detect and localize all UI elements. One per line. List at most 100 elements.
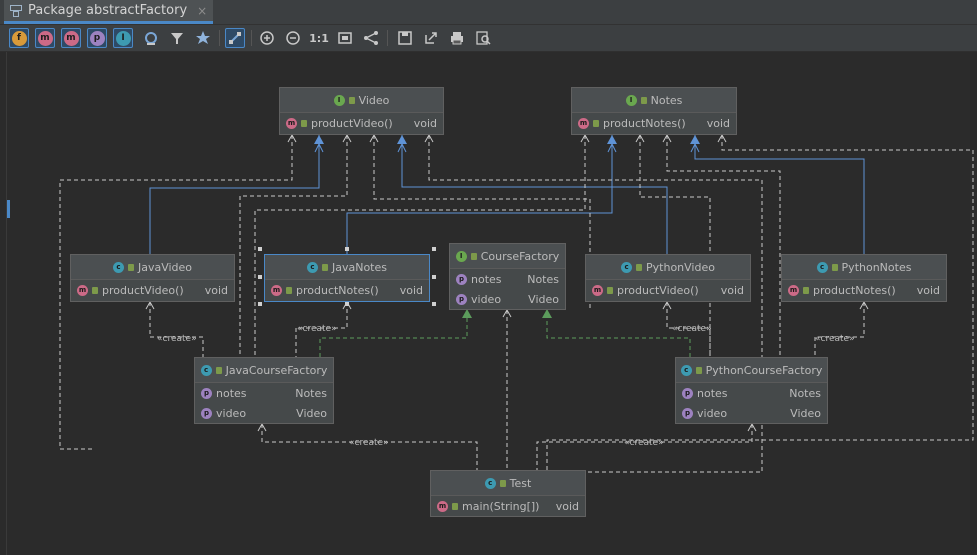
print-preview-button[interactable] (473, 28, 493, 48)
member-type: Video (528, 292, 559, 306)
filter-icon (171, 33, 183, 44)
filter-button[interactable] (167, 28, 187, 48)
zoom-out-button[interactable] (283, 28, 303, 48)
node-title: Notes (650, 93, 683, 107)
visibility-icon (470, 252, 477, 260)
print-icon (451, 32, 463, 45)
uml-node-javacoursefactory[interactable]: c JavaCourseFactory p notes Notes p vide… (194, 357, 334, 424)
member-name: main(String[]) (462, 499, 540, 513)
property-icon: p (201, 407, 212, 419)
class-icon: c (816, 261, 828, 273)
member-name: productNotes() (603, 116, 686, 130)
member-row[interactable]: m productNotes() void (782, 280, 946, 300)
constructor-icon: m (37, 30, 53, 46)
visibility-icon (607, 286, 613, 294)
uml-node-notes[interactable]: I Notes m productNotes() void (571, 87, 737, 135)
close-icon[interactable]: × (197, 4, 207, 18)
member-row[interactable]: m productNotes() void (572, 113, 736, 133)
node-header: c PythonCourseFactory (676, 358, 827, 383)
selection-handle[interactable] (258, 275, 262, 279)
selection-handle[interactable] (345, 302, 349, 306)
interface-icon: I (333, 94, 345, 106)
tab-title: Package abstractFactory (28, 3, 188, 18)
selection-handle[interactable] (432, 275, 436, 279)
show-dependencies-button[interactable] (193, 28, 213, 48)
method-icon: m (788, 284, 799, 296)
member-row[interactable]: p notes Notes (676, 383, 827, 403)
uml-node-javavideo[interactable]: c JavaVideo m productVideo() void (70, 254, 235, 302)
class-icon: c (112, 261, 124, 273)
visibility-filter-button[interactable] (141, 28, 161, 48)
visibility-icon (215, 366, 222, 374)
visibility-icon (452, 502, 458, 510)
save-diagram-button[interactable] (395, 28, 415, 48)
node-header: c Test (431, 471, 585, 496)
show-inner-classes-button[interactable]: I (113, 28, 133, 48)
selection-handle[interactable] (345, 247, 349, 251)
save-icon (398, 31, 412, 45)
member-row[interactable]: p video Video (676, 403, 827, 423)
uml-node-test[interactable]: c Test m main(String[]) void (430, 470, 586, 517)
member-row[interactable]: m productVideo() void (586, 280, 750, 300)
show-fields-button[interactable]: f (9, 28, 29, 48)
member-row[interactable]: m productNotes() void (265, 280, 429, 300)
selection-handle[interactable] (432, 247, 436, 251)
actual-size-button[interactable]: 1:1 (309, 28, 329, 48)
member-row[interactable]: p video Video (195, 403, 333, 423)
member-row[interactable]: m productVideo() void (280, 113, 443, 133)
method-icon: m (63, 30, 79, 46)
member-name: productNotes() (813, 283, 896, 297)
uml-node-pythonnotes[interactable]: c PythonNotes m productNotes() void (781, 254, 947, 302)
selection-handle[interactable] (258, 302, 262, 306)
layout-toggle-button[interactable] (225, 28, 245, 48)
show-properties-button[interactable]: p (87, 28, 107, 48)
visibility-icon (92, 286, 98, 294)
field-icon: f (11, 30, 27, 46)
layout-tree-icon (364, 31, 378, 45)
node-header: c PythonNotes (782, 255, 946, 280)
selection-handle[interactable] (258, 247, 262, 251)
member-row[interactable]: p notes Notes (450, 269, 565, 289)
apply-layout-button[interactable] (361, 28, 381, 48)
show-methods-button[interactable]: m (61, 28, 81, 48)
diagram-toolbar: f m m p I 1:1 (0, 25, 977, 52)
uml-node-pythoncoursefactory[interactable]: c PythonCourseFactory p notes Notes p vi… (675, 357, 828, 424)
uml-node-coursefactory[interactable]: I CourseFactory p notes Notes p video Vi… (449, 243, 566, 310)
member-type: Video (790, 406, 821, 420)
zoom-in-button[interactable] (257, 28, 277, 48)
property-icon: p (201, 387, 212, 399)
member-row[interactable]: m productVideo() void (71, 280, 234, 300)
edge-pythonvideo-video (401, 135, 668, 254)
uml-node-video[interactable]: I Video m productVideo() void (279, 87, 444, 135)
tab-package-diagram[interactable]: Package abstractFactory × (4, 0, 214, 24)
property-icon: p (682, 407, 693, 419)
member-type: void (413, 116, 437, 130)
method-icon: m (578, 117, 589, 129)
node-header: c JavaCourseFactory (195, 358, 333, 383)
visibility-icon (803, 286, 809, 294)
diagram-canvas[interactable]: «create» «create» «create» «create» «cre… (6, 52, 977, 555)
node-header: c JavaVideo (71, 255, 234, 280)
uml-node-pythonvideo[interactable]: c PythonVideo m productVideo() void (585, 254, 751, 302)
property-icon: p (456, 293, 467, 305)
show-constructors-button[interactable]: m (35, 28, 55, 48)
member-name: productVideo() (311, 116, 393, 130)
fit-content-button[interactable] (335, 28, 355, 48)
edge-pythonnotes-notes (694, 135, 865, 254)
visibility-icon (640, 96, 647, 104)
method-icon: m (271, 284, 282, 296)
node-title: Test (509, 476, 532, 490)
member-name: video (216, 406, 247, 420)
edge-label-create: «create» (624, 438, 664, 448)
selection-handle[interactable] (432, 302, 436, 306)
node-header: I CourseFactory (450, 244, 565, 269)
member-type: Notes (527, 272, 559, 286)
member-row[interactable]: p notes Notes (195, 383, 333, 403)
member-name: notes (697, 386, 728, 400)
uml-node-javanotes[interactable]: c JavaNotes m productNotes() void (264, 254, 430, 302)
member-row[interactable]: m main(String[]) void (431, 496, 585, 516)
member-type: void (204, 283, 228, 297)
member-row[interactable]: p video Video (450, 289, 565, 309)
export-button[interactable] (421, 28, 441, 48)
print-button[interactable] (447, 28, 467, 48)
